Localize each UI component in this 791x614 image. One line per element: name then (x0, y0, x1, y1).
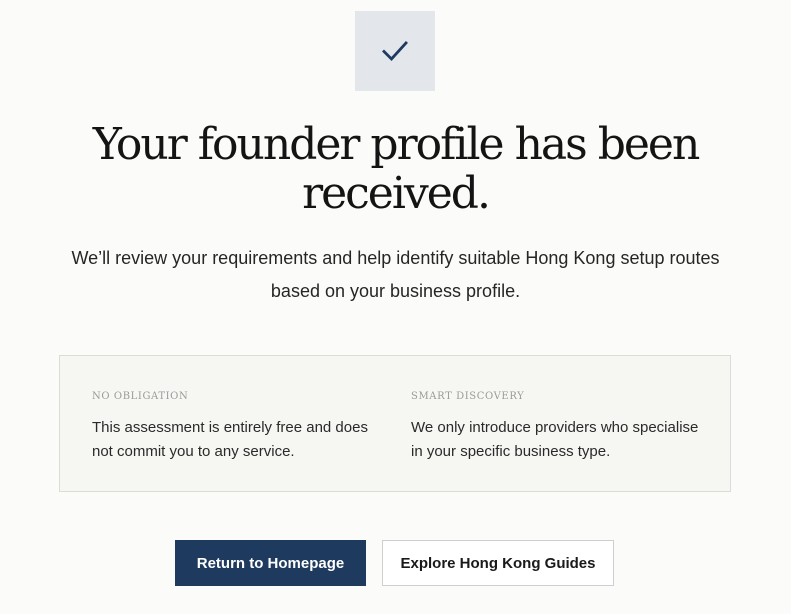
explore-guides-button[interactable]: Explore Hong Kong Guides (382, 540, 614, 586)
checkmark-icon (380, 36, 410, 66)
info-title: NO OBLIGATION (92, 391, 189, 402)
success-check-badge (355, 11, 435, 91)
info-text: This assessment is entirely free and doe… (92, 419, 368, 460)
info-title: SMART DISCOVERY (411, 391, 525, 402)
heading-line-2: received. (302, 168, 491, 219)
confirmation-description: We’ll review your requirements and help … (71, 248, 720, 301)
info-item-no-obligation: NO OBLIGATION This assessment is entirel… (92, 390, 382, 464)
return-to-homepage-button[interactable]: Return to Homepage (175, 540, 366, 586)
heading-line-1: Your founder profile has been (92, 119, 701, 170)
info-item-smart-discovery: SMART DISCOVERY We only introduce provid… (411, 390, 711, 464)
info-panel: NO OBLIGATION This assessment is entirel… (59, 355, 731, 492)
confirmation-heading: Your founder profile has been received. (0, 120, 791, 218)
info-text: We only introduce providers who speciali… (411, 419, 699, 460)
